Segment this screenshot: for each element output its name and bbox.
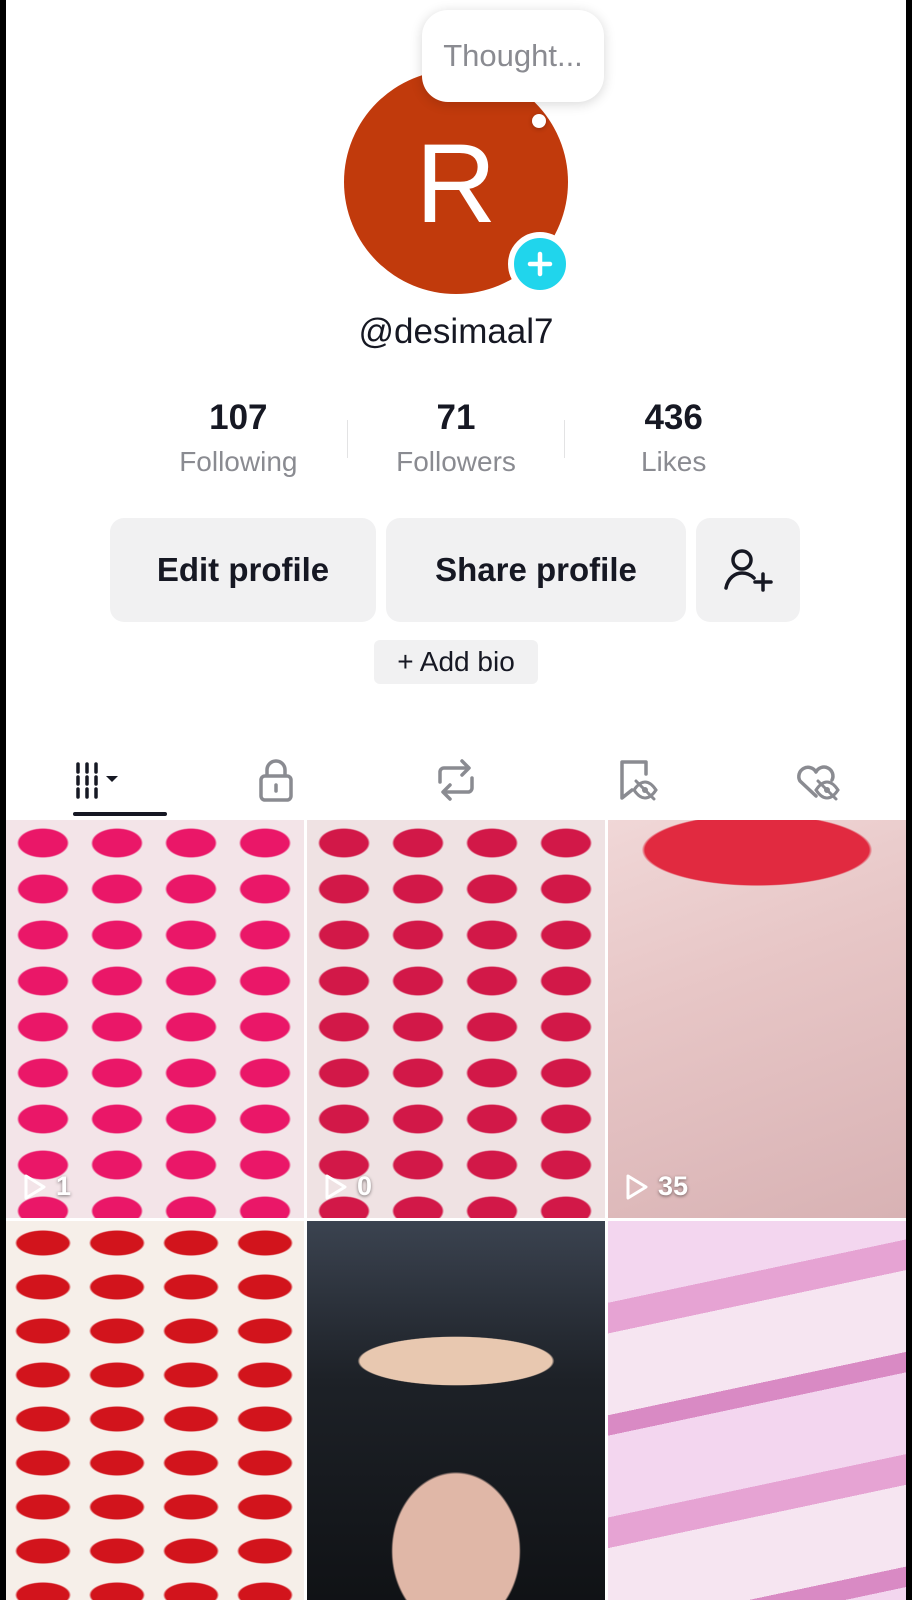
profile-tabs bbox=[6, 740, 906, 820]
video-thumbnail[interactable] bbox=[6, 1221, 304, 1600]
likes-count: 436 bbox=[644, 398, 703, 437]
video-thumbnail[interactable]: 0 bbox=[307, 820, 605, 1218]
view-count: 1 bbox=[22, 1171, 71, 1202]
tab-videos[interactable] bbox=[6, 740, 186, 820]
lock-icon bbox=[259, 759, 293, 802]
videos-grid-icon bbox=[76, 762, 118, 799]
edit-profile-button[interactable]: Edit profile bbox=[110, 518, 376, 622]
screen-edge-right bbox=[906, 0, 912, 1600]
following-label: Following bbox=[179, 446, 298, 477]
username: @desimaal7 bbox=[358, 312, 554, 351]
tab-liked[interactable] bbox=[726, 740, 906, 820]
heart-hidden-icon bbox=[797, 765, 840, 801]
video-thumbnail[interactable]: 35 bbox=[608, 820, 906, 1218]
play-icon bbox=[325, 1174, 347, 1199]
play-icon bbox=[626, 1174, 648, 1199]
bookmark-hidden-icon bbox=[620, 760, 658, 801]
tab-reposts[interactable] bbox=[366, 740, 546, 820]
profile-stats: 107 Following 71 Followers 436 Likes bbox=[130, 396, 782, 490]
view-count: 35 bbox=[624, 1171, 688, 1202]
likes-label: Likes bbox=[640, 446, 707, 477]
thought-bubble-tail bbox=[532, 114, 546, 128]
video-thumbnail[interactable] bbox=[608, 1221, 906, 1600]
plus-icon bbox=[527, 251, 553, 277]
tab-favorites[interactable] bbox=[546, 740, 726, 820]
video-thumbnail[interactable]: 1 bbox=[6, 820, 304, 1218]
thought-bubble[interactable]: Thought... bbox=[422, 10, 604, 102]
view-count-value: 0 bbox=[357, 1171, 373, 1201]
stat-followers[interactable]: 71 Followers bbox=[348, 396, 565, 490]
share-profile-button[interactable]: Share profile bbox=[386, 518, 686, 622]
following-count: 107 bbox=[209, 398, 268, 437]
repost-icon bbox=[438, 759, 474, 801]
stat-likes[interactable]: 436 Likes bbox=[565, 396, 782, 490]
view-count-value: 1 bbox=[56, 1171, 72, 1201]
add-bio-button[interactable]: + Add bio bbox=[374, 640, 538, 684]
stat-following[interactable]: 107 Following bbox=[130, 396, 347, 490]
add-friends-button[interactable] bbox=[696, 518, 800, 622]
view-count-value: 35 bbox=[658, 1171, 689, 1201]
followers-count: 71 bbox=[436, 398, 476, 437]
video-grid: 1 0 35 bbox=[6, 820, 906, 1600]
tab-private[interactable] bbox=[186, 740, 366, 820]
thought-placeholder: Thought... bbox=[443, 38, 583, 73]
add-story-button[interactable] bbox=[508, 232, 572, 296]
add-person-icon bbox=[724, 549, 773, 592]
play-icon bbox=[24, 1174, 46, 1199]
video-thumbnail[interactable] bbox=[307, 1221, 605, 1600]
view-count: 0 bbox=[323, 1171, 372, 1202]
active-tab-indicator bbox=[73, 812, 167, 816]
avatar-initial: R bbox=[415, 121, 497, 246]
followers-label: Followers bbox=[396, 446, 516, 477]
